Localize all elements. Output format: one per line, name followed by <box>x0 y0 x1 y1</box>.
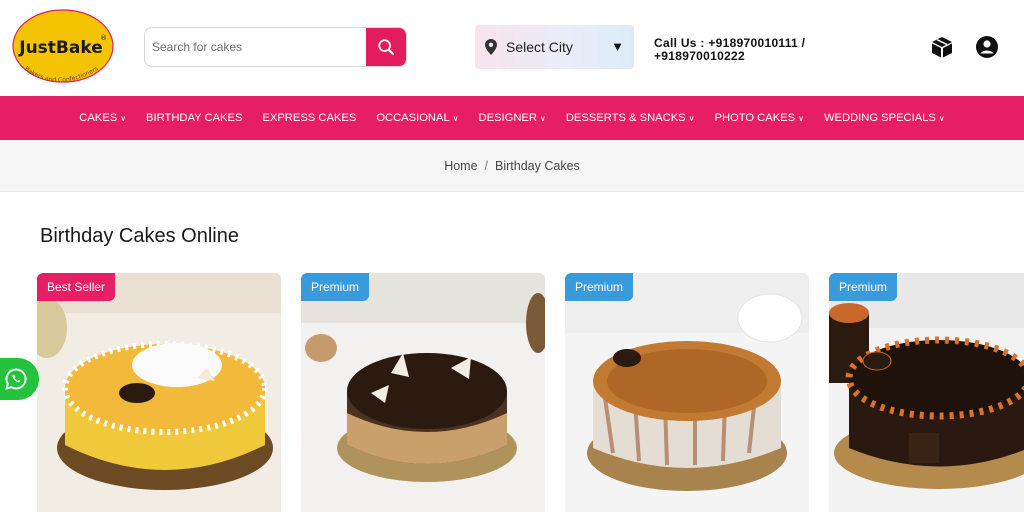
search-icon <box>378 39 395 56</box>
nav-item-cakes[interactable]: Cakes ∨ <box>79 112 126 124</box>
product-card[interactable]: Premium <box>829 273 1024 512</box>
nav-item-photo-cakes[interactable]: Photo Cakes ∨ <box>714 112 803 124</box>
nav-item-birthday-cakes[interactable]: Birthday Cakes <box>146 112 242 124</box>
badge-premium: Premium <box>565 273 634 301</box>
breadcrumb-separator: / <box>484 158 489 173</box>
chevron-down-icon: ∨ <box>688 113 695 123</box>
product-image <box>301 273 545 512</box>
city-selector[interactable]: Select City ▼ <box>475 25 634 69</box>
nav-item-designer[interactable]: Designer ∨ <box>479 112 546 124</box>
breadcrumb: Home / Birthday Cakes <box>0 140 1024 192</box>
breadcrumb-home-link[interactable]: Home <box>444 159 477 173</box>
nav-item-wedding-specials[interactable]: Wedding Specials ∨ <box>824 112 945 124</box>
product-card[interactable]: Premium <box>565 273 809 512</box>
city-label: Select City <box>506 39 573 55</box>
chevron-down-icon: ∨ <box>938 113 945 123</box>
box-icon[interactable] <box>930 35 954 59</box>
call-us-line-2: +918970010222 <box>654 49 745 63</box>
badge-premium: Premium <box>301 273 370 301</box>
whatsapp-icon <box>5 368 27 390</box>
location-pin-icon <box>485 39 497 55</box>
user-icon[interactable] <box>975 35 999 59</box>
nav-item-occasional[interactable]: Occasional ∨ <box>376 112 458 124</box>
chevron-down-icon: ∨ <box>452 113 459 123</box>
call-us-info: Call Us : +918970010111 / +918970010222 <box>654 37 844 63</box>
main-navigation: Cakes ∨ Birthday Cakes Express Cakes Occa… <box>0 96 1024 140</box>
product-image <box>829 273 1024 512</box>
breadcrumb-current: Birthday Cakes <box>495 158 580 173</box>
chevron-down-icon: ∨ <box>798 113 804 123</box>
search-bar <box>144 27 407 67</box>
page-title: Birthday Cakes Online <box>40 225 239 247</box>
caret-down-icon: ▼ <box>611 39 624 54</box>
site-header: JustBake ® Bakers and Confectioners Sele… <box>0 0 1024 96</box>
badge-best-seller: Best Seller <box>37 273 116 301</box>
product-card[interactable]: Best Seller <box>37 273 281 512</box>
product-image <box>37 273 281 512</box>
whatsapp-chat-button[interactable] <box>0 358 39 400</box>
justbake-logo[interactable]: JustBake ® Bakers and Confectioners <box>12 6 114 90</box>
product-card[interactable]: Premium <box>301 273 545 512</box>
product-image <box>565 273 809 512</box>
badge-premium: Premium <box>829 273 898 301</box>
logo-wordmark: JustBake <box>18 38 102 58</box>
chevron-down-icon: ∨ <box>120 113 127 123</box>
nav-item-desserts-snacks[interactable]: Desserts & Snacks ∨ <box>566 112 695 124</box>
chevron-down-icon: ∨ <box>539 113 546 123</box>
nav-item-express-cakes[interactable]: Express Cakes <box>262 112 356 124</box>
svg-text:®: ® <box>100 34 107 42</box>
search-input[interactable] <box>145 28 369 66</box>
search-button[interactable] <box>366 28 406 66</box>
